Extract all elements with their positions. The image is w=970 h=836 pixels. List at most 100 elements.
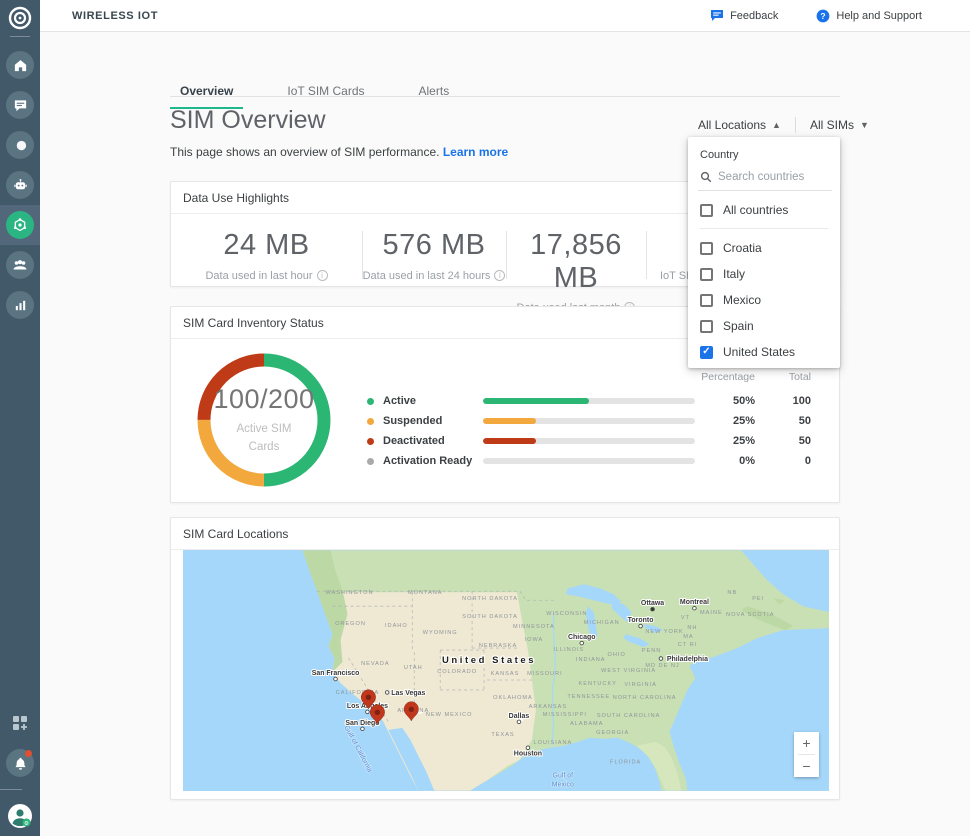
info-icon[interactable]: i (494, 270, 505, 281)
country-option-label: Italy (723, 267, 745, 281)
map-city-label: Toronto (628, 617, 654, 624)
bot-icon[interactable] (6, 171, 34, 199)
inventory-row-suspended: Suspended25%50 (367, 411, 827, 431)
status-percentage: 25% (695, 415, 755, 427)
help-support-button[interactable]: ? Help and Support (816, 9, 922, 23)
checkbox-checked-icon[interactable]: ✓ (700, 346, 713, 359)
map-state-label: NORTH CAROLINA (613, 695, 677, 701)
reports-icon[interactable] (6, 291, 34, 319)
home-icon[interactable] (6, 51, 34, 79)
status-label: Active (383, 395, 483, 407)
map-state-label: KANSAS (491, 671, 520, 677)
rail-item-bot (0, 165, 40, 205)
rail-item-apps (0, 703, 40, 743)
feedback-icon (710, 9, 724, 22)
inventory-row-active: Active50%100 (367, 391, 827, 411)
map-state-label: OKLAHOMA (493, 695, 533, 701)
tab-iot-sim-cards[interactable]: IoT SIM Cards (277, 78, 374, 109)
status-dot (367, 398, 374, 405)
map-country-label: United States (442, 655, 536, 666)
map-state-label: FLORIDA (610, 760, 641, 766)
checkbox-icon[interactable] (700, 268, 713, 281)
tab-overview[interactable]: Overview (170, 78, 243, 109)
contacts-icon[interactable] (6, 131, 34, 159)
stat-value: 24 MB (171, 229, 362, 263)
users-icon[interactable] (6, 251, 34, 279)
map-state-label: MAINE (700, 610, 723, 616)
rail-item-iot-network (0, 205, 40, 245)
map-state-label: TENNESSEE (567, 694, 610, 700)
country-option-all-countries[interactable]: All countries (688, 197, 840, 223)
brand-logo-icon[interactable] (4, 4, 36, 32)
total-column-header: Total (755, 371, 811, 383)
inventory-table: Percentage Total Active50%100Suspended25… (367, 369, 827, 471)
donut-caption: Active SIM Cards (221, 421, 307, 456)
map-water-label: Gulf of (553, 773, 574, 780)
country-search[interactable] (698, 167, 832, 191)
status-total: 50 (755, 435, 811, 447)
map-state-label: MISSISSIPPI (543, 712, 587, 718)
country-option-italy[interactable]: Italy (688, 261, 840, 287)
svg-text:⚙: ⚙ (24, 820, 29, 827)
map-zoom-control: + − (794, 732, 819, 777)
status-bar (483, 418, 695, 424)
map-city-label: Chicago (568, 634, 596, 641)
account-icon[interactable]: ⚙ (6, 802, 34, 830)
card-title: SIM Card Locations (171, 518, 839, 550)
country-option-mexico[interactable]: Mexico (688, 287, 840, 313)
rail-item-account: ⚙ (0, 796, 40, 836)
map-state-label: OHIO (608, 652, 626, 658)
iot-network-icon[interactable] (6, 211, 34, 239)
left-navigation-rail: ⚙ (0, 0, 40, 836)
stat-1: 24 MBData used in last houri (171, 227, 362, 314)
top-bar: WIRELESS IOT Feedback ? Help and Support (40, 0, 970, 32)
apps-icon[interactable] (6, 709, 34, 737)
country-option-spain[interactable]: Spain (688, 313, 840, 339)
status-label: Activation Ready (383, 455, 483, 467)
map-state-label: LOUISIANA (533, 740, 572, 746)
sim-locations-map[interactable]: WASHINGTONOREGONIDAHOMONTANANORTH DAKOTA… (183, 550, 829, 791)
rail-item-home (0, 45, 40, 85)
map-state-label: SOUTH CAROLINA (597, 713, 661, 719)
map-state-label: MA (683, 634, 693, 640)
status-bar-fill (483, 418, 536, 424)
status-dot (367, 438, 374, 445)
country-filter-dropdown: Country All countriesCroatiaItalyMexicoS… (688, 137, 840, 368)
map-state-label: NEBRASKA (479, 643, 517, 649)
status-dot (367, 458, 374, 465)
checkbox-icon[interactable] (700, 204, 713, 217)
status-bar (483, 438, 695, 444)
map-zoom-in-button[interactable]: + (794, 732, 819, 754)
map-state-label: NEW MEXICO (426, 712, 473, 718)
info-icon[interactable]: i (317, 270, 328, 281)
tab-alerts[interactable]: Alerts (409, 78, 460, 109)
status-label: Deactivated (383, 435, 483, 447)
status-total: 0 (755, 455, 811, 467)
checkbox-icon[interactable] (700, 242, 713, 255)
country-option-label: United States (723, 345, 795, 359)
feedback-button[interactable]: Feedback (710, 9, 778, 22)
map-state-label: GEORGIA (596, 730, 629, 736)
tab-bar-divider (170, 96, 840, 97)
locations-filter-button[interactable]: All Locations ▲ (692, 114, 787, 136)
map-state-label: NOVA SCOTIA (726, 612, 774, 618)
map-city-label: San Diego (345, 720, 379, 727)
country-option-croatia[interactable]: Croatia (688, 235, 840, 261)
map-city-label: Ottawa (641, 600, 664, 607)
map-state-label: ALABAMA (570, 721, 603, 727)
checkbox-icon[interactable] (700, 320, 713, 333)
status-bar (483, 458, 695, 464)
inventory-row-activation-ready: Activation Ready0%0 (367, 451, 827, 471)
rail-bottom-icons: ⚙ (0, 703, 40, 836)
map-zoom-out-button[interactable]: − (794, 755, 819, 777)
sims-filter-button[interactable]: All SIMs ▼ (804, 114, 875, 136)
map-state-label: MINNESOTA (513, 624, 555, 630)
checkbox-icon[interactable] (700, 294, 713, 307)
country-option-united-states[interactable]: ✓ United States (688, 339, 840, 365)
learn-more-link[interactable]: Learn more (443, 145, 508, 159)
messages-icon[interactable] (6, 91, 34, 119)
map-state-label: NEVADA (361, 661, 390, 667)
notifications-icon[interactable] (6, 749, 34, 777)
map-state-label: NB (727, 590, 737, 596)
country-search-input[interactable] (718, 171, 828, 183)
